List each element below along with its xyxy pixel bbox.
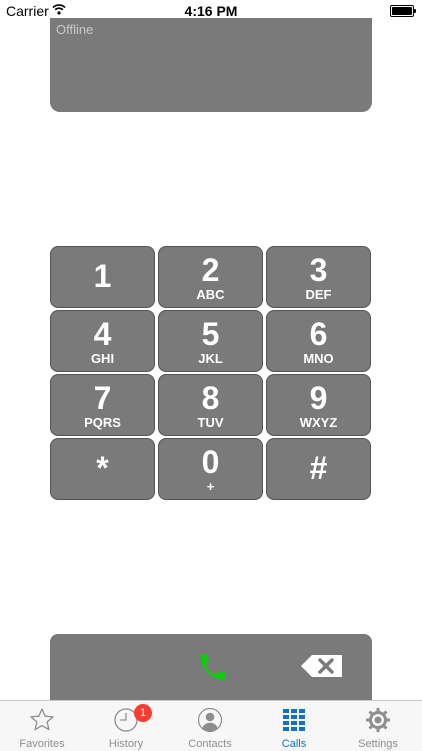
key-0[interactable]: 0 + [158, 438, 263, 500]
tab-label: Contacts [188, 738, 232, 750]
key-letters: ABC [196, 287, 225, 302]
key-letters: + [206, 479, 215, 494]
key-digit: 6 [309, 316, 328, 352]
key-digit: 2 [201, 252, 220, 288]
key-digit: 1 [93, 258, 112, 294]
call-action-bar [50, 634, 372, 704]
tab-settings[interactable]: Settings [336, 701, 420, 751]
tab-label: Favorites [19, 738, 65, 750]
key-9[interactable]: 9 WXYZ [266, 374, 371, 436]
tab-label: Calls [281, 738, 307, 750]
key-hash[interactable]: # [266, 438, 371, 500]
key-4[interactable]: 4 GHI [50, 310, 155, 372]
backspace-icon[interactable] [300, 654, 344, 678]
key-digit: 7 [93, 380, 112, 416]
dial-display: Offline [50, 18, 372, 112]
keypad-icon [283, 709, 305, 731]
key-letters: WXYZ [299, 415, 338, 430]
key-digit: 8 [201, 380, 220, 416]
key-letters: MNO [303, 351, 334, 366]
key-digit: 9 [309, 380, 328, 416]
key-digit: # [309, 450, 328, 486]
clock: 4:16 PM [184, 3, 238, 19]
tab-calls[interactable]: Calls [252, 701, 336, 751]
key-8[interactable]: 8 TUV [158, 374, 263, 436]
key-7[interactable]: 7 PQRS [50, 374, 155, 436]
key-letters: DEF [305, 287, 332, 302]
dial-keypad: 1 2 ABC 3 DEF 4 GHI 5 JKL 6 MNO 7 PQRS 8… [50, 246, 372, 500]
phone-icon[interactable] [196, 650, 230, 684]
key-6[interactable]: 6 MNO [266, 310, 371, 372]
key-2[interactable]: 2 ABC [158, 246, 263, 308]
tab-history[interactable]: 1 History [84, 701, 168, 751]
key-5[interactable]: 5 JKL [158, 310, 263, 372]
star-icon [30, 708, 54, 731]
key-star[interactable]: * [50, 438, 155, 500]
key-digit: 0 [201, 444, 220, 480]
tab-label: Settings [358, 738, 398, 750]
key-1[interactable]: 1 [50, 246, 155, 308]
key-digit: 5 [201, 316, 220, 352]
tab-favorites[interactable]: Favorites [0, 701, 84, 751]
tab-contacts[interactable]: Contacts [168, 701, 252, 751]
connection-status: Offline [56, 22, 94, 37]
gear-icon [366, 708, 390, 732]
key-letters: TUV [197, 415, 224, 430]
tab-label: History [108, 738, 144, 750]
key-letters: JKL [198, 351, 223, 366]
key-digit: * [96, 450, 109, 486]
key-letters: PQRS [84, 415, 121, 430]
key-digit: 4 [93, 316, 112, 352]
battery-icon [390, 5, 416, 17]
history-badge: 1 [134, 704, 152, 722]
key-letters: GHI [90, 351, 115, 366]
contact-icon [197, 707, 223, 733]
tab-bar: Favorites 1 History Contacts Calls Setti… [0, 700, 422, 751]
key-digit: 3 [309, 252, 328, 288]
key-3[interactable]: 3 DEF [266, 246, 371, 308]
